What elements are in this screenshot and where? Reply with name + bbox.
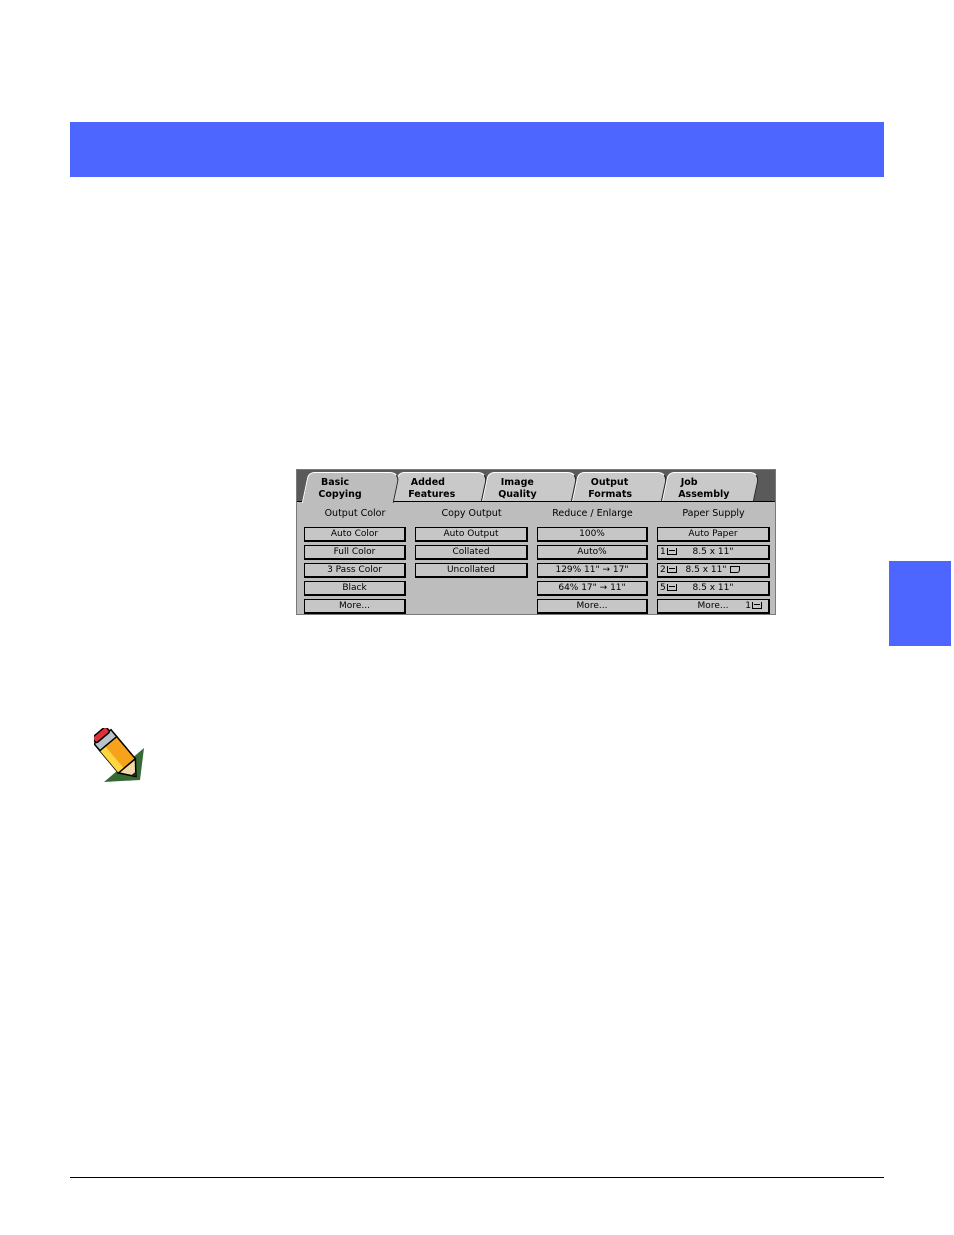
- tray-5-button[interactable]: 5 8.5 x 11": [657, 581, 770, 596]
- copier-touchscreen-screenshot: Job Assembly Output Formats Image Quality A…: [296, 469, 776, 615]
- paper-orientation-icon: [730, 566, 741, 573]
- tray-number: 2: [660, 565, 666, 575]
- 100-percent-button[interactable]: 100%: [537, 527, 648, 542]
- tray-number: 5: [660, 583, 666, 593]
- auto-output-button[interactable]: Auto Output: [415, 527, 528, 542]
- tray-number: 1: [745, 601, 751, 611]
- reduce-enlarge-heading: Reduce / Enlarge: [552, 508, 633, 519]
- tab-output-formats[interactable]: Output Formats: [571, 472, 669, 501]
- output-color-more-button[interactable]: More...: [304, 599, 406, 614]
- auto-percent-button[interactable]: Auto%: [537, 545, 648, 560]
- auto-paper-button[interactable]: Auto Paper: [657, 527, 770, 542]
- footer-rule: [70, 1177, 884, 1178]
- tray-icon: [666, 548, 677, 555]
- 64-percent-button[interactable]: 64% 17" → 11": [537, 581, 648, 596]
- uncollated-button[interactable]: Uncollated: [415, 563, 528, 578]
- tab-added-features[interactable]: Added Features: [391, 472, 489, 501]
- bypass-tray-icon: [666, 584, 677, 591]
- paper-size-label: 8.5 x 11": [692, 547, 734, 557]
- full-color-button[interactable]: Full Color: [304, 545, 406, 560]
- black-button[interactable]: Black: [304, 581, 406, 596]
- tray-number: 1: [660, 547, 666, 557]
- tab-image-quality[interactable]: Image Quality: [481, 472, 579, 501]
- more-label: More...: [697, 601, 729, 611]
- paper-supply-heading: Paper Supply: [682, 508, 745, 519]
- tab-strip: Job Assembly Output Formats Image Quality A…: [297, 470, 775, 503]
- 129-percent-button[interactable]: 129% 11" → 17": [537, 563, 648, 578]
- pencil-icon: [94, 728, 144, 782]
- tray-1-button[interactable]: 1 8.5 x 11": [657, 545, 770, 560]
- output-color-heading: Output Color: [324, 508, 386, 519]
- tray-2-button[interactable]: 2 8.5 x 11": [657, 563, 770, 578]
- tray-icon: [666, 566, 677, 573]
- copy-output-heading: Copy Output: [441, 508, 502, 519]
- 3-pass-color-button[interactable]: 3 Pass Color: [304, 563, 406, 578]
- tab-basic-copying[interactable]: Basic Copying: [301, 472, 401, 503]
- reduce-enlarge-more-button[interactable]: More...: [537, 599, 648, 614]
- chapter-header-bar: [70, 122, 884, 177]
- tab-job-assembly[interactable]: Job Assembly: [661, 472, 761, 501]
- auto-paper-label: Auto Paper: [688, 529, 738, 539]
- auto-color-button[interactable]: Auto Color: [304, 527, 406, 542]
- paper-size-label: 8.5 x 11": [685, 565, 727, 575]
- collated-button[interactable]: Collated: [415, 545, 528, 560]
- chapter-side-tab: [889, 561, 951, 646]
- paper-size-label: 8.5 x 11": [692, 583, 734, 593]
- tray-icon: [752, 602, 762, 609]
- paper-supply-more-button[interactable]: More... 1: [657, 599, 770, 614]
